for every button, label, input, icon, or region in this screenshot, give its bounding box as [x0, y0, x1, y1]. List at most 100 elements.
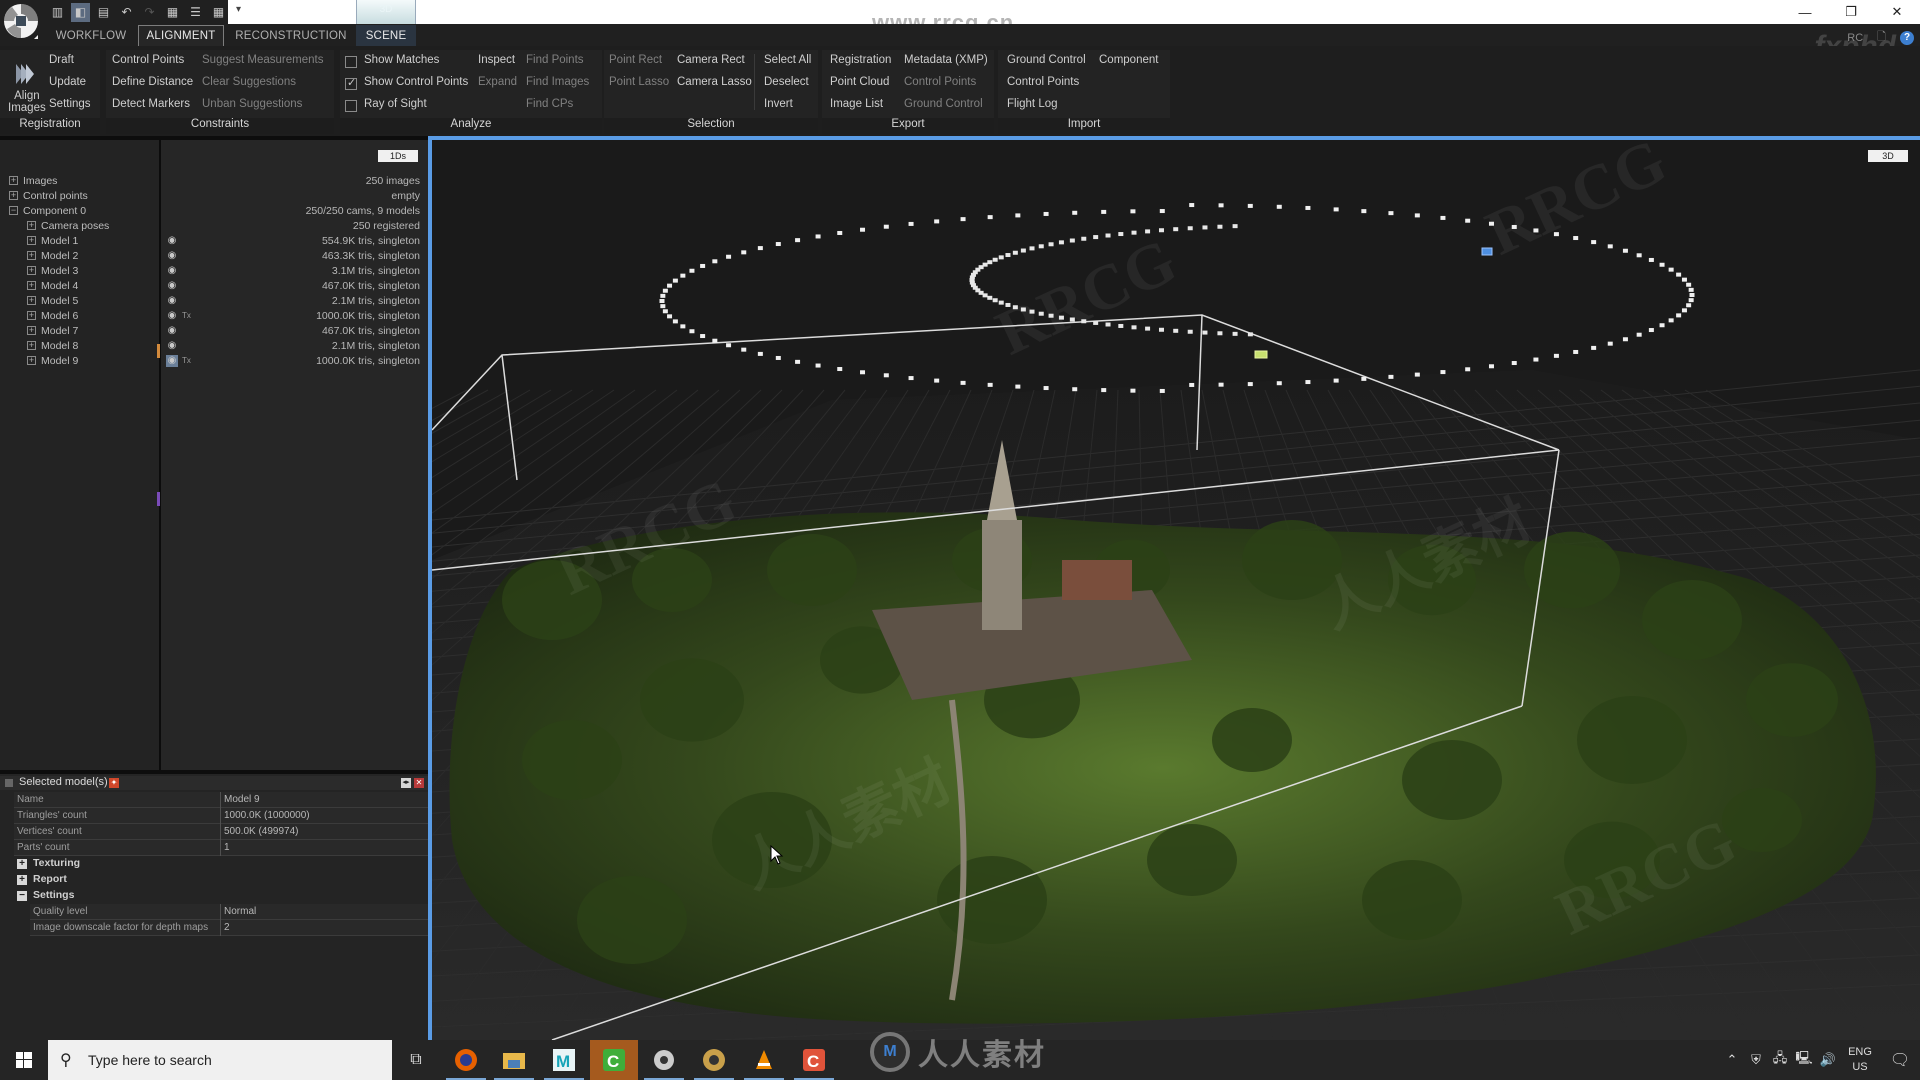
pin-icon[interactable]: ✦ — [109, 778, 119, 788]
expand-icon[interactable]: + — [27, 296, 36, 305]
find-images-button[interactable]: Find Images — [526, 76, 589, 88]
input-language-indicator[interactable]: ENG US — [1840, 1045, 1880, 1075]
dock-icon[interactable]: ◂▸ — [401, 778, 411, 788]
show-matches-label[interactable]: Show Matches — [364, 54, 439, 66]
help-icon[interactable]: ? — [1900, 30, 1914, 45]
tab-alignment[interactable]: ALIGNMENT — [138, 25, 224, 46]
taskbar-camtasia-recorder[interactable]: C — [790, 1040, 838, 1080]
layout-three-columns-icon[interactable]: ▥ — [48, 3, 67, 22]
unban-suggestions-button[interactable]: Unban Suggestions — [202, 98, 302, 110]
camera-rect-button[interactable]: Camera Rect — [677, 54, 745, 66]
expand-icon[interactable]: + — [27, 356, 36, 365]
quick-access-menu-icon[interactable]: ▾ — [236, 4, 241, 15]
property-row[interactable]: Parts' count 1 — [14, 840, 428, 856]
taskbar-render-app[interactable] — [690, 1040, 738, 1080]
find-cps-button[interactable]: Find CPs — [526, 98, 573, 110]
tree-row[interactable]: + Control points empty — [0, 189, 428, 204]
taskbar-realitycapture[interactable] — [640, 1040, 688, 1080]
import-flight-log-button[interactable]: Flight Log — [1007, 98, 1058, 110]
document-icon[interactable]: 🗋 — [1877, 28, 1886, 47]
point-rect-button[interactable]: Point Rect — [609, 54, 662, 66]
tree-row[interactable]: + Model 7 ◉ 467.0K tris, singleton — [0, 324, 428, 339]
export-ground-control-button[interactable]: Ground Control — [904, 98, 983, 110]
network-icon[interactable]: 🖳 — [1792, 1049, 1816, 1071]
layout-grid-c-icon[interactable]: ▦ — [209, 3, 228, 22]
ray-of-sight-checkbox[interactable] — [345, 100, 357, 112]
network-locked-icon[interactable]: 🖧 — [1768, 1049, 1792, 1071]
suggest-measurements-button[interactable]: Suggest Measurements — [202, 54, 323, 66]
detect-markers-button[interactable]: Detect Markers — [112, 98, 190, 110]
expand-icon[interactable]: + — [27, 221, 36, 230]
point-lasso-button[interactable]: Point Lasso — [609, 76, 669, 88]
taskbar-file-explorer[interactable] — [490, 1040, 538, 1080]
tree-row[interactable]: + Model 4 ◉ 467.0K tris, singleton — [0, 279, 428, 294]
taskbar-firefox[interactable] — [442, 1040, 490, 1080]
camera-lasso-button[interactable]: Camera Lasso — [677, 76, 752, 88]
show-matches-checkbox[interactable] — [345, 56, 357, 68]
tree-row[interactable]: + Camera poses 250 registered — [0, 219, 428, 234]
settings-row[interactable]: Quality level Normal — [30, 904, 428, 920]
property-row[interactable]: Triangles' count 1000.0K (1000000) — [14, 808, 428, 824]
notifications-icon[interactable]: 🗨 — [1880, 1050, 1920, 1070]
deselect-button[interactable]: Deselect — [764, 76, 809, 88]
taskbar-search-box[interactable]: ⚲ Type here to search — [48, 1040, 392, 1080]
expand-icon[interactable]: + — [27, 281, 36, 290]
export-image-list-button[interactable]: Image List — [830, 98, 883, 110]
expand-icon[interactable]: + — [27, 326, 36, 335]
expand-icon[interactable]: + — [9, 176, 18, 185]
export-metadata-xmp-button[interactable]: Metadata (XMP) — [904, 54, 988, 66]
collapse-icon[interactable]: − — [17, 891, 27, 901]
property-row[interactable]: Vertices' count 500.0K (499974) — [14, 824, 428, 840]
minimize-button[interactable]: — — [1782, 0, 1828, 24]
visibility-eye-icon[interactable]: ◉ — [166, 235, 178, 247]
undo-icon[interactable]: ↶ — [117, 3, 136, 22]
expand-icon[interactable]: + — [9, 191, 18, 200]
define-distance-button[interactable]: Define Distance — [112, 76, 193, 88]
view-mode-1ds-button[interactable]: 1Ds — [378, 150, 418, 162]
start-button[interactable] — [0, 1040, 48, 1080]
visibility-eye-icon[interactable]: ◉ — [166, 325, 178, 337]
taskbar-camtasia[interactable]: C — [590, 1040, 638, 1080]
align-images-icon[interactable] — [14, 62, 36, 86]
taskbar-maya[interactable]: M — [540, 1040, 588, 1080]
tree-row[interactable]: + Model 1 ◉ 554.9K tris, singleton — [0, 234, 428, 249]
draft-button[interactable]: Draft — [49, 54, 74, 66]
property-section-texturing[interactable]: + Texturing — [14, 856, 428, 872]
find-points-button[interactable]: Find Points — [526, 54, 584, 66]
security-shield-icon[interactable]: ⛨ — [1744, 1052, 1768, 1068]
panel-close-icon[interactable]: ✕ — [414, 778, 424, 788]
align-images-button[interactable]: Align Images — [8, 90, 46, 114]
settings-button[interactable]: Settings — [49, 98, 91, 110]
tree-row[interactable]: + Model 8 ◉ 2.1M tris, singleton — [0, 339, 428, 354]
expand-icon[interactable]: + — [17, 875, 27, 885]
show-control-points-checkbox[interactable] — [345, 76, 357, 90]
control-points-button[interactable]: Control Points — [112, 54, 184, 66]
tab-scene[interactable]: SCENE — [356, 25, 416, 46]
import-component-button[interactable]: Component — [1099, 54, 1158, 66]
layout-grid-b-icon[interactable]: ☰ — [186, 3, 205, 22]
3d-viewport[interactable]: 3D RRCG RRCG RRCG RRCG 人人素材 人人素材 — [428, 140, 1920, 1040]
restore-button[interactable]: ❐ — [1828, 0, 1874, 24]
ray-of-sight-label[interactable]: Ray of Sight — [364, 98, 427, 110]
show-hidden-icons-chevron-icon[interactable]: ⌃ — [1720, 1052, 1744, 1068]
redo-icon[interactable]: ↷ — [140, 3, 159, 22]
layout-grid-a-icon[interactable]: ▦ — [163, 3, 182, 22]
clear-suggestions-button[interactable]: Clear Suggestions — [202, 76, 296, 88]
collapse-icon[interactable] — [5, 779, 13, 787]
invert-button[interactable]: Invert — [764, 98, 793, 110]
visibility-eye-icon[interactable]: ◉ — [166, 280, 178, 292]
show-control-points-label[interactable]: Show Control Points — [364, 76, 468, 88]
view-mode-3d-button[interactable]: 3D — [1868, 150, 1908, 162]
select-all-button[interactable]: Select All — [764, 54, 811, 66]
tab-reconstruction[interactable]: RECONSTRUCTION — [232, 25, 350, 46]
expand-icon[interactable]: + — [27, 311, 36, 320]
import-control-points-button[interactable]: Control Points — [1007, 76, 1079, 88]
property-section-settings[interactable]: − Settings — [14, 888, 428, 904]
tree-row[interactable]: + Model 2 ◉ 463.3K tris, singleton — [0, 249, 428, 264]
expand-button[interactable]: Expand — [478, 76, 517, 88]
visibility-eye-icon[interactable]: ◉ — [166, 340, 178, 352]
expand-icon[interactable]: + — [27, 251, 36, 260]
3d-scene[interactable] — [432, 140, 1920, 1040]
tree-row[interactable]: − Component 0 250/250 cams, 9 models — [0, 204, 428, 219]
visibility-eye-icon[interactable]: ◉ — [166, 295, 178, 307]
